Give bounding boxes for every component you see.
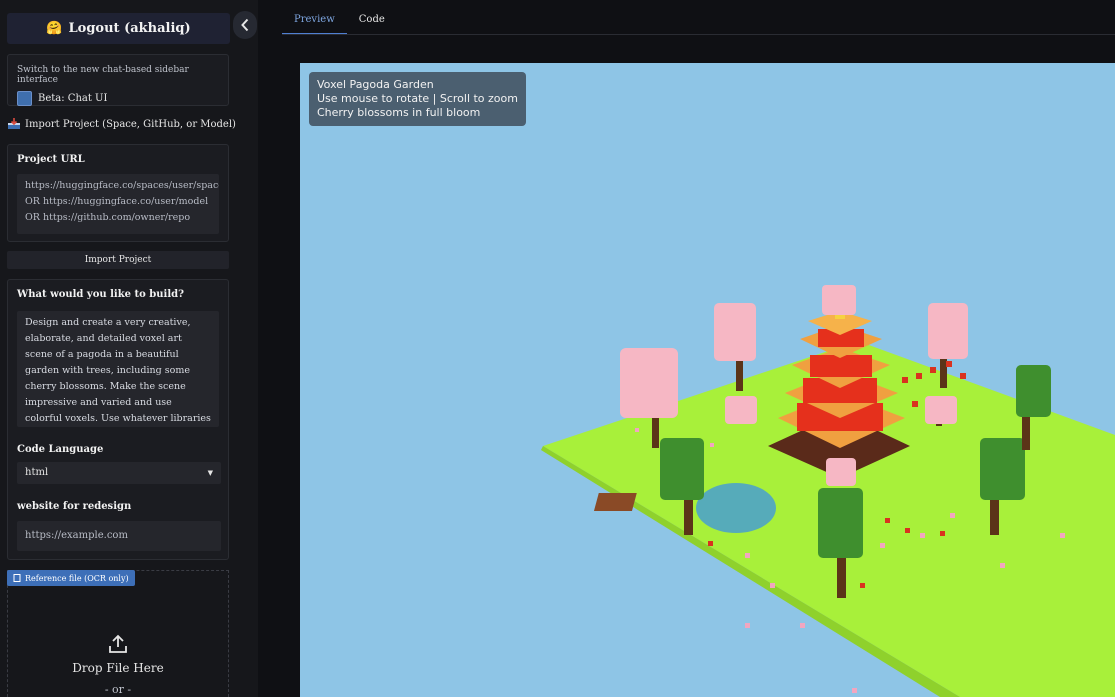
import-project-button[interactable]: Import Project — [7, 251, 229, 269]
voxel-scene[interactable] — [300, 63, 1115, 697]
preview-canvas[interactable]: Voxel Pagoda Garden Use mouse to rotate … — [300, 63, 1115, 697]
beta-checkbox-label: Beta: Chat UI — [38, 93, 108, 104]
cherry-tree — [714, 303, 756, 361]
code-language-label: Code Language — [17, 444, 104, 455]
scene-title: Voxel Pagoda Garden — [317, 78, 434, 91]
pagoda-wall-3 — [810, 355, 872, 377]
logout-button[interactable]: 🤗 Logout (akhaliq) — [7, 13, 230, 44]
sidebar: 🤗 Logout (akhaliq) Switch to the new cha… — [0, 0, 258, 697]
pine-tree — [980, 438, 1025, 500]
scene-caption: Cherry blossoms in full bloom — [317, 106, 481, 119]
chevron-left-icon — [241, 18, 249, 32]
logout-label: Logout (akhaliq) — [68, 21, 191, 36]
hugging-face-icon: 🤗 — [46, 21, 63, 36]
cherry-tree — [620, 348, 678, 418]
cherry-tree — [928, 303, 968, 359]
cherry-tree — [725, 396, 757, 424]
file-dropzone[interactable]: Drop File Here - or - — [7, 570, 229, 697]
project-url-label: Project URL — [17, 154, 85, 165]
tab-code[interactable]: Code — [347, 8, 397, 35]
pine-tree — [1016, 365, 1051, 417]
main-tabs: Preview Code — [282, 8, 397, 35]
prompt-label: What would you like to build? — [17, 289, 184, 300]
prompt-textarea[interactable]: Design and create a very creative, elabo… — [17, 311, 219, 427]
pond — [696, 483, 776, 533]
code-language-value: html — [25, 467, 49, 478]
cherry-tree — [822, 285, 856, 315]
import-heading: Import Project (Space, GitHub, or Model) — [7, 118, 236, 130]
collapse-sidebar-button[interactable] — [233, 11, 257, 39]
build-panel: What would you like to build? Design and… — [7, 279, 229, 560]
tab-preview[interactable]: Preview — [282, 8, 347, 35]
pine-tree — [660, 438, 704, 500]
tree-trunk — [652, 413, 659, 448]
bridge — [593, 493, 637, 511]
scene-info-overlay: Voxel Pagoda Garden Use mouse to rotate … — [309, 72, 526, 126]
reference-file-tag: Reference file (OCR only) — [7, 570, 135, 586]
project-url-panel: Project URL https://huggingface.co/space… — [7, 144, 229, 242]
beta-hint: Switch to the new chat-based sidebar int… — [17, 65, 189, 85]
cherry-tree — [826, 458, 856, 486]
beta-checkbox[interactable] — [17, 91, 32, 106]
tabs-divider — [282, 34, 1115, 35]
dropdown-caret-icon: ▼ — [207, 469, 213, 477]
project-url-input[interactable]: https://huggingface.co/spaces/user/space… — [17, 174, 219, 234]
upload-icon — [109, 634, 127, 653]
inbox-tray-icon — [8, 118, 20, 129]
code-language-select[interactable]: html ▼ — [17, 462, 221, 484]
beta-chat-toggle[interactable]: Beta: Chat UI — [17, 91, 219, 106]
beta-ui-panel: Switch to the new chat-based sidebar int… — [7, 54, 229, 106]
file-icon — [13, 574, 21, 582]
cherry-tree — [925, 396, 957, 424]
scene-controls-hint: Use mouse to rotate | Scroll to zoom — [317, 92, 518, 105]
redesign-label: website for redesign — [17, 501, 132, 512]
drop-file-text: Drop File Here — [72, 661, 164, 675]
pine-tree — [818, 488, 863, 558]
or-text: - or - — [104, 683, 132, 696]
redesign-url-input[interactable]: https://example.com — [17, 521, 221, 551]
